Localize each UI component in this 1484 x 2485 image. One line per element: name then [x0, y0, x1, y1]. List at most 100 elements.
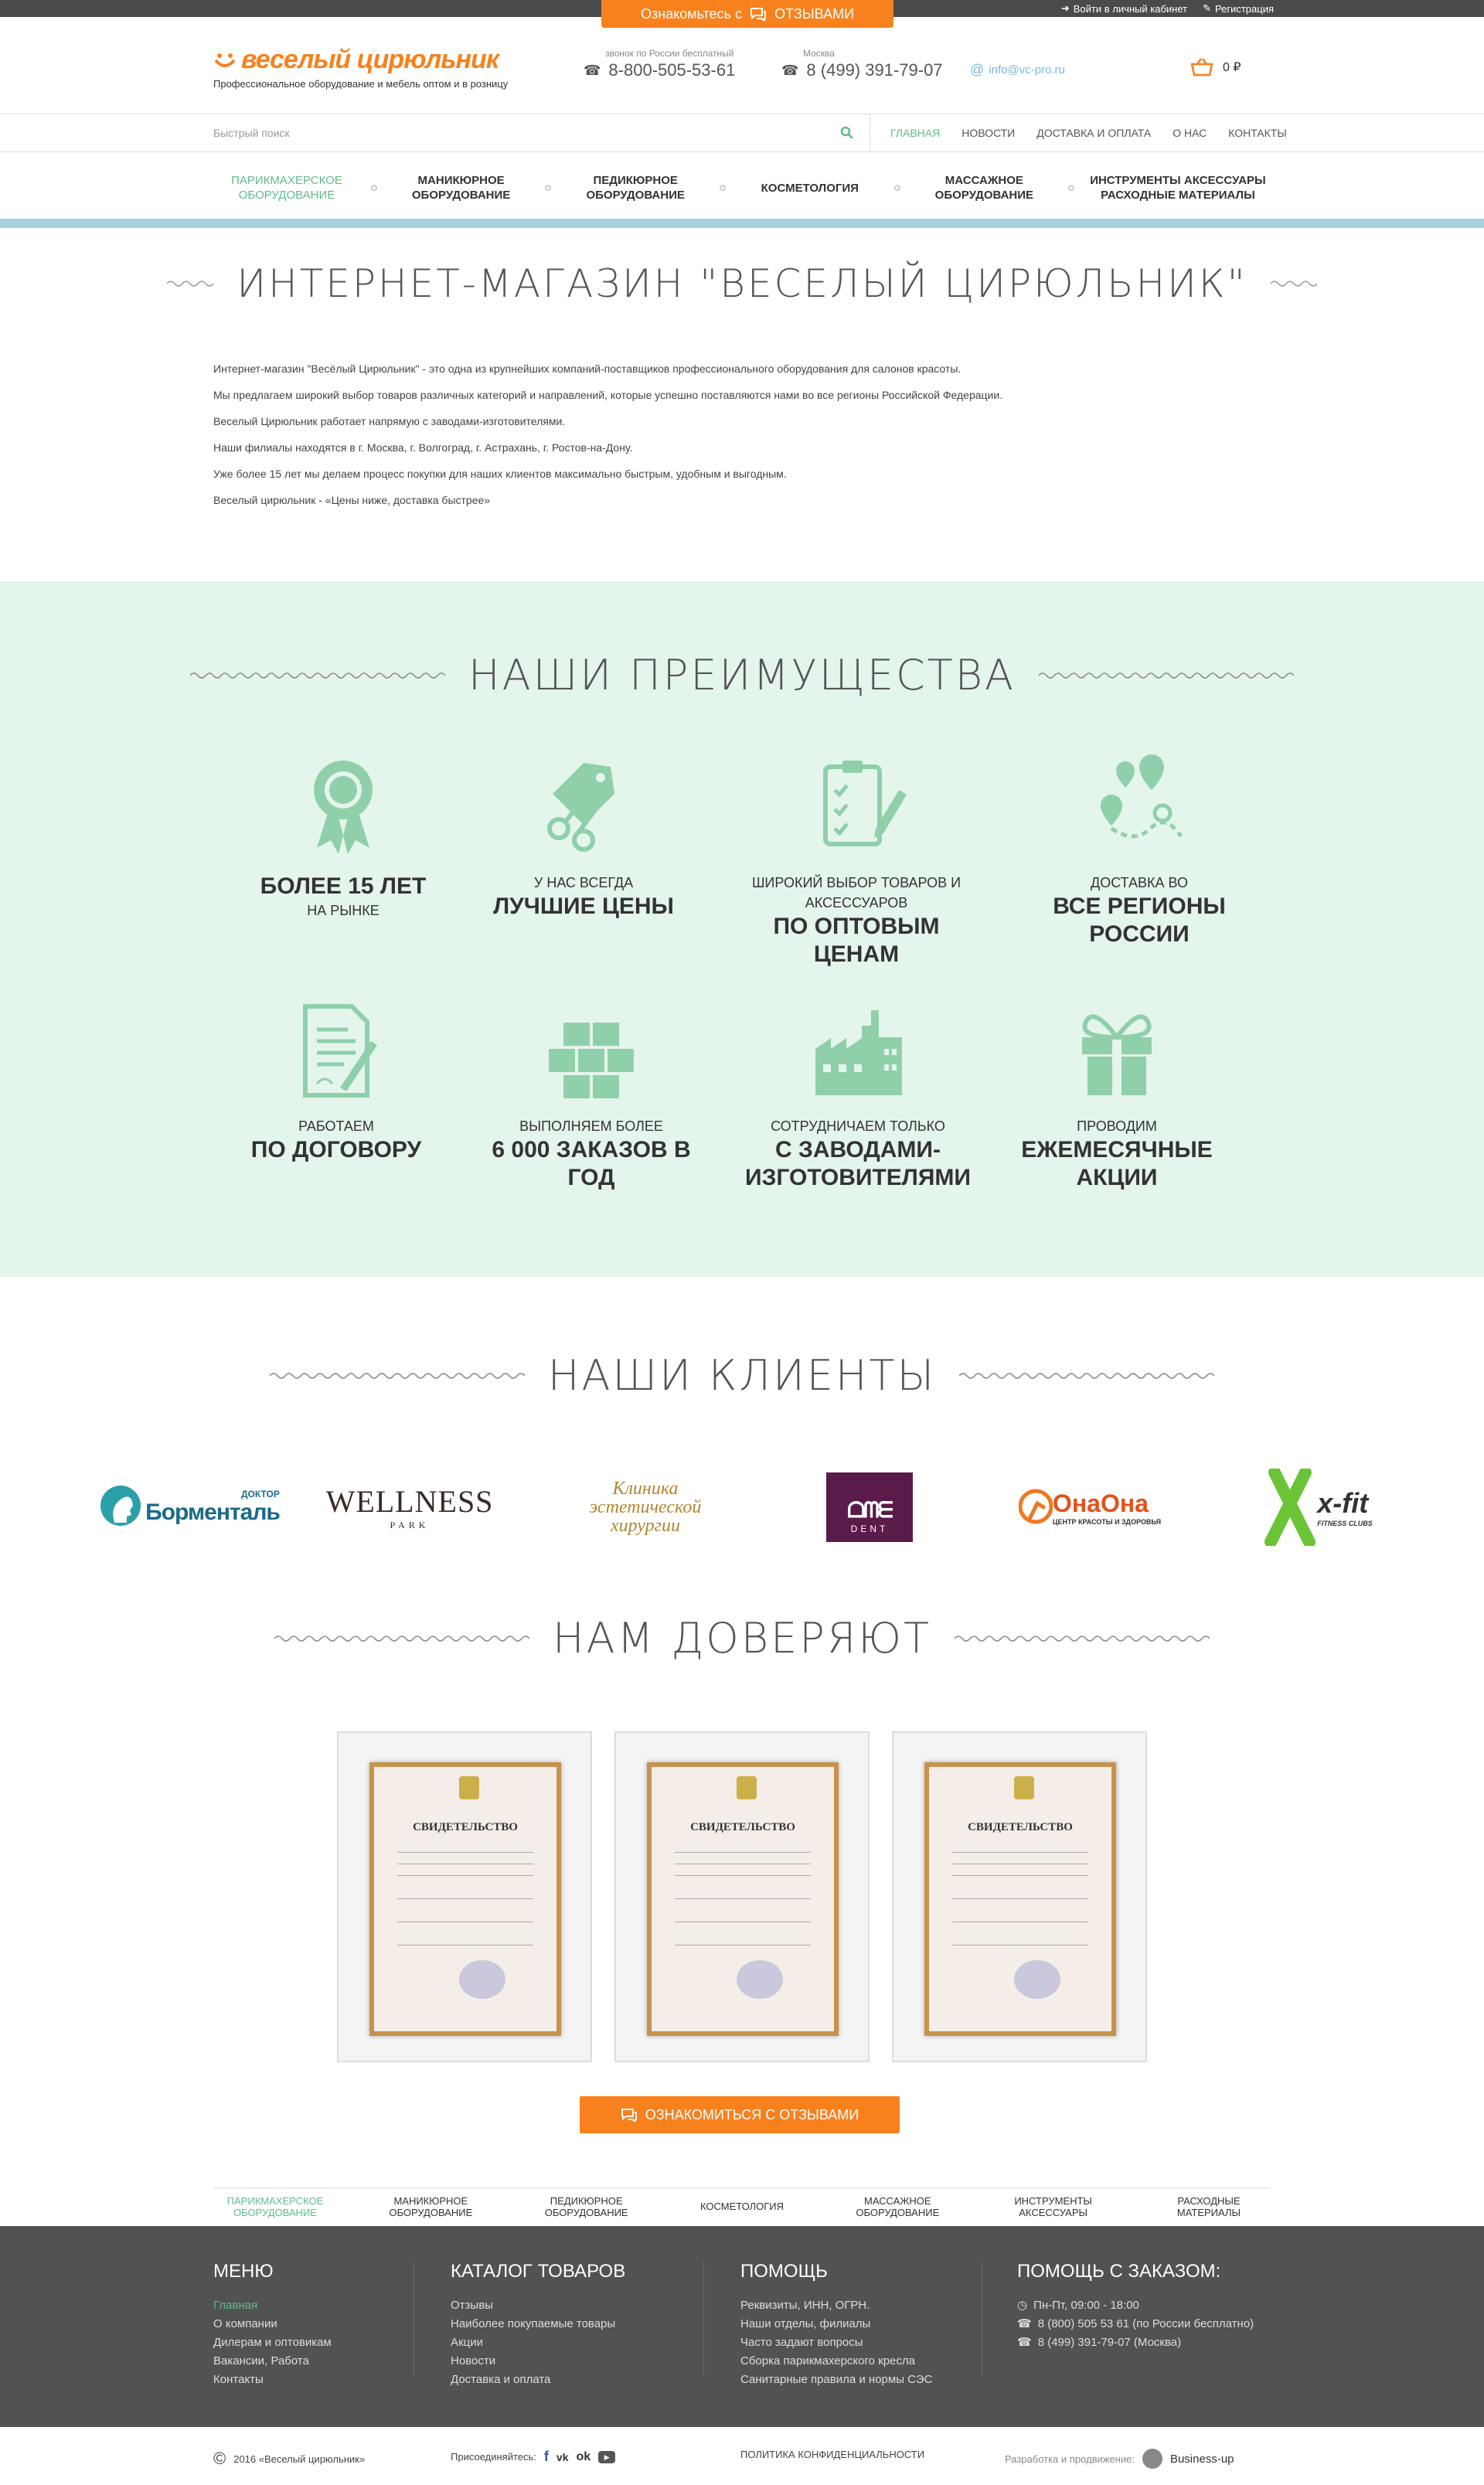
- read-reviews-button[interactable]: Ознакомиться с отзывами: [580, 2096, 900, 2133]
- advantage-promos: ПРОВОДИМ ЕЖЕМЕСЯЧНЫЕ АКЦИИ: [997, 995, 1237, 1192]
- footer-link[interactable]: Контакты: [213, 2371, 332, 2389]
- topnav-news[interactable]: Новости: [962, 127, 1015, 139]
- client-logo-dent[interactable]: ᗝᗰᗴ DENT: [823, 1465, 916, 1550]
- client-logo-xfit[interactable]: x-fit FITNESS CLUBS: [1244, 1465, 1391, 1550]
- footer-link[interactable]: Наиболее покупаемые товары: [451, 2315, 625, 2334]
- basket-icon: [1190, 58, 1213, 77]
- footer-link[interactable]: Сборка парикмахерского кресла: [740, 2352, 932, 2371]
- topnav-about[interactable]: О нас: [1173, 127, 1207, 139]
- category-manicure[interactable]: Маникюрное оборудование: [388, 173, 535, 203]
- factory-icon: [815, 1010, 902, 1095]
- register-link[interactable]: ✎ Регистрация: [1203, 2, 1274, 15]
- checklist-icon: [823, 761, 907, 846]
- footer-menu: МЕНЮ Главная О компании Дилерам и оптови…: [213, 2261, 332, 2389]
- certificate-card[interactable]: СВИДЕТЕЛЬСТВО: [337, 1731, 592, 2062]
- dent-mark: ᗝᗰᗴ: [847, 1498, 893, 1522]
- footer-link[interactable]: Отзывы: [451, 2296, 625, 2315]
- wave-divider: [190, 672, 446, 679]
- stamp-icon: [737, 1960, 783, 1999]
- footer-link[interactable]: Главная: [213, 2296, 332, 2315]
- facebook-icon[interactable]: f: [544, 2449, 549, 2465]
- youtube-icon[interactable]: ▶: [598, 2450, 616, 2463]
- category-massage[interactable]: Массажное оборудование: [910, 173, 1057, 203]
- x-mark-icon: [1264, 1469, 1316, 1546]
- phone-icon: ☎: [1017, 2336, 1032, 2349]
- footer-link[interactable]: Акции: [451, 2334, 625, 2352]
- clock-icon: ◷: [1017, 2299, 1028, 2312]
- nav-separator: [719, 185, 726, 191]
- at-icon: @: [970, 62, 985, 77]
- wave-divider: [1038, 672, 1294, 679]
- footer-link[interactable]: Новости: [451, 2352, 625, 2371]
- advantages-title: НАШИ ПРЕИМУЩЕСТВА: [468, 651, 1016, 700]
- client-logo-clinic[interactable]: Клиника эстетической хирургии: [560, 1465, 730, 1550]
- footer-link[interactable]: Реквизиты, ИНН, ОГРН.: [740, 2296, 932, 2315]
- developer-credit: Разработка и продвижение: Business-up: [1005, 2449, 1234, 2469]
- search-icon[interactable]: [840, 126, 854, 140]
- certificate-card[interactable]: СВИДЕТЕЛЬСТВО: [614, 1731, 870, 2062]
- chat-icon: [751, 8, 767, 21]
- email-link[interactable]: @ info@vc-pro.ru: [970, 62, 1065, 78]
- certificate-card[interactable]: СВИДЕТЕЛЬСТВО: [892, 1731, 1147, 2062]
- footer-link[interactable]: Доставка и оплата: [451, 2371, 625, 2389]
- footer-link[interactable]: Часто задают вопросы: [740, 2334, 932, 2352]
- footer-bottom: © 2016 «Веселый цирюльник» Присоединяйте…: [0, 2427, 1484, 2485]
- wave-divider: [274, 1635, 530, 1642]
- copyright: © 2016 «Веселый цирюльник»: [213, 2449, 366, 2468]
- login-icon: ➜: [1060, 2, 1070, 14]
- bottom-category-cosmetology[interactable]: Косметология: [680, 2201, 804, 2212]
- intro-paragraph: Интернет-магазин "Весёлый Цирюльник" - э…: [213, 363, 962, 375]
- reviews-tab-button[interactable]: Ознакомьтесь с ОТЗЫВАМИ: [601, 0, 893, 28]
- logo[interactable]: веселый цирюльник Профессиональное обору…: [213, 45, 508, 90]
- odnoklassniki-icon[interactable]: ok: [576, 2450, 591, 2464]
- dancer-icon: [1018, 1489, 1053, 1524]
- phone-moscow-caption: Москва: [803, 48, 835, 59]
- advantage-prices: У НАС ВСЕГДА ЛУЧШИЕ ЦЕНЫ: [464, 751, 703, 921]
- chat-icon: [621, 2109, 637, 2122]
- client-logo-wellness[interactable]: WELLNESS PARK: [325, 1465, 495, 1550]
- category-nav: Парикмахерское оборудование Маникюрное обо…: [213, 164, 1271, 212]
- client-logo-bormental[interactable]: ДОКТОР Борменталь: [97, 1465, 282, 1550]
- nav-separator: [893, 185, 900, 191]
- phone-free-caption: звонок по России бесплатный: [605, 48, 734, 59]
- footer-link[interactable]: О компании: [213, 2315, 332, 2334]
- client-logo-onaona[interactable]: ОнаОна ЦЕНТР КРАСОТЫ И ЗДОРОВЬЯ: [1013, 1465, 1167, 1550]
- login-link[interactable]: ➜ Войти в личный кабинет: [1061, 2, 1187, 15]
- certificate-image: СВИДЕТЕЛЬСТВО: [924, 1762, 1116, 2036]
- footer-link[interactable]: Вакансии, Работа: [213, 2352, 332, 2371]
- category-pedicure[interactable]: Педикюрное оборудование: [562, 173, 709, 203]
- footer-link[interactable]: Наши отделы, филиалы: [740, 2315, 932, 2334]
- bottom-category-consumables[interactable]: Расходные материалы: [1147, 2195, 1271, 2218]
- clients-title: НАШИ КЛИЕНТЫ: [547, 1351, 937, 1400]
- bottom-category-manicure[interactable]: Маникюрное оборудование: [369, 2195, 492, 2218]
- footer-link[interactable]: Дилерам и оптовикам: [213, 2334, 332, 2352]
- bottom-category-hairdressing[interactable]: Парикмахерское оборудование: [213, 2195, 337, 2218]
- email-text: info@vc-pro.ru: [989, 63, 1065, 77]
- privacy-link[interactable]: ПОЛИТИКА КОНФИДЕНЦИАЛЬНОСТИ: [740, 2449, 924, 2460]
- bottom-category-massage[interactable]: Массажное оборудование: [836, 2195, 959, 2218]
- vk-icon[interactable]: vk: [556, 2451, 569, 2463]
- phone-moscow-number[interactable]: 8 (499) 391-79-07: [806, 60, 942, 80]
- bottom-category-pedicure[interactable]: Педикюрное оборудование: [525, 2195, 648, 2218]
- category-hairdressing[interactable]: Парикмахерское оборудование: [213, 173, 360, 203]
- footer-link[interactable]: Санитарные правила и нормы СЭС: [740, 2371, 932, 2389]
- cart-button[interactable]: 0 ₽: [1190, 57, 1241, 77]
- footer-catalog-title: КАТАЛОГ ТОВАРОВ: [451, 2261, 626, 2282]
- nav-separator: [1068, 185, 1075, 191]
- intro-paragraph: Наши филиалы находятся в г. Москва, г. В…: [213, 441, 633, 454]
- topnav-contacts[interactable]: Контакты: [1228, 127, 1287, 139]
- footer-order-title: ПОМОЩЬ С ЗАКАЗОМ:: [1017, 2261, 1221, 2282]
- bottom-category-tools[interactable]: Инструменты аксессуары: [992, 2195, 1115, 2218]
- boxes-icon: [549, 1023, 634, 1098]
- certificate-image: СВИДЕТЕЛЬСТВО: [369, 1762, 561, 2036]
- category-cosmetology[interactable]: Косметология: [737, 181, 883, 196]
- search-input[interactable]: [213, 127, 754, 139]
- footer-help-title: ПОМОЩЬ: [740, 2261, 828, 2282]
- phone-free-number[interactable]: 8-800-505-53-61: [608, 60, 735, 80]
- topnav-delivery[interactable]: Доставка и оплата: [1036, 127, 1151, 139]
- top-nav: Главная Новости Доставка и оплата О нас …: [890, 114, 1287, 151]
- intro-paragraph: Веселый Цирюльник работает напрямую с за…: [213, 415, 566, 427]
- cart-total: 0 ₽: [1223, 61, 1241, 74]
- topnav-home[interactable]: Главная: [890, 127, 940, 139]
- category-tools[interactable]: Инструменты аксессуары расходные материал…: [1085, 173, 1271, 203]
